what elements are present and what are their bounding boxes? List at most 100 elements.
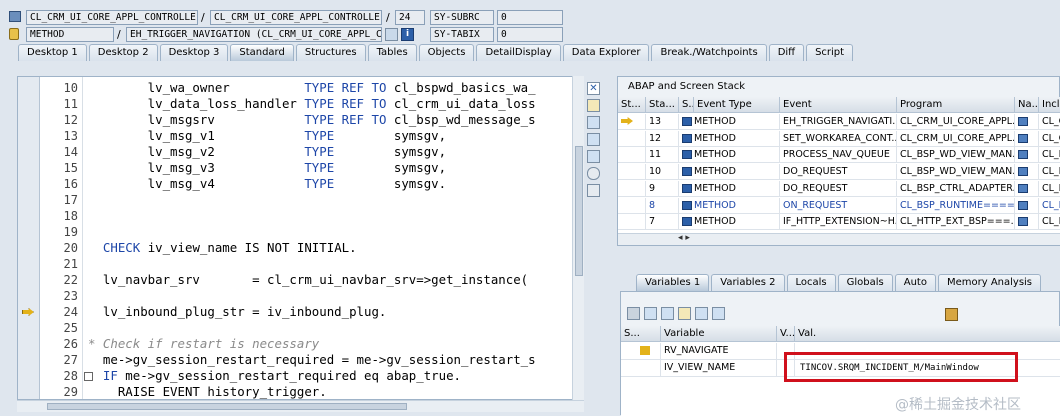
- table-icon[interactable]: [644, 307, 657, 320]
- code-vertical-scrollbar[interactable]: [572, 76, 584, 400]
- tab-objects[interactable]: Objects: [418, 44, 475, 61]
- stack-cell[interactable]: CL_BSP_CTRL_ADAPTER...: [897, 180, 1015, 197]
- new-tool-icon[interactable]: [587, 99, 600, 112]
- stack-cell[interactable]: METHOD: [679, 214, 780, 231]
- navigate-icon[interactable]: [1018, 117, 1028, 126]
- stack-cell[interactable]: 11: [646, 147, 679, 164]
- stack-column-header[interactable]: Event: [780, 97, 897, 113]
- stack-cell[interactable]: 10: [646, 164, 679, 181]
- stack-cell[interactable]: CL_C: [1039, 131, 1060, 147]
- stack-cell[interactable]: CL_BSP_WD_VIEW_MAN...: [897, 164, 1015, 181]
- stack-cell[interactable]: CL_BSP_RUNTIME====...: [897, 197, 1015, 214]
- stack-cell[interactable]: [1015, 114, 1039, 130]
- stack-cell[interactable]: 12: [646, 130, 679, 147]
- tab-script[interactable]: Script: [806, 44, 854, 61]
- stack-cell[interactable]: 9: [646, 180, 679, 197]
- stack-cell[interactable]: METHOD: [679, 114, 780, 130]
- stack-column-header[interactable]: Sta...: [646, 97, 679, 113]
- stack-cell[interactable]: 13: [646, 114, 679, 130]
- var-tab-memory-analysis[interactable]: Memory Analysis: [937, 274, 1042, 291]
- tab-structures[interactable]: Structures: [295, 44, 366, 61]
- navigate-icon[interactable]: [1018, 133, 1028, 143]
- code-line[interactable]: lv_inbound_plug_str = iv_inbound_plug.: [88, 304, 387, 320]
- stack-cell[interactable]: CL_CRM_UI_CORE_APPL...: [897, 114, 1015, 130]
- sy-tabix-value[interactable]: 0: [497, 27, 563, 42]
- code-line[interactable]: me->gv_session_restart_required = me->gv…: [88, 352, 536, 368]
- stack-column-header[interactable]: S...: [679, 97, 694, 113]
- navigate-icon[interactable]: [1018, 200, 1028, 210]
- var-tab-variables-2[interactable]: Variables 2: [711, 274, 785, 291]
- stack-cell[interactable]: SET_WORKAREA_CONT...: [780, 130, 897, 147]
- hierarchy-icon[interactable]: [587, 184, 600, 197]
- stack-cell[interactable]: METHOD: [679, 147, 780, 164]
- method-name-field[interactable]: EH_TRIGGER_NAVIGATION (CL_CRM_UI_CORE_AP…: [126, 27, 382, 42]
- navigate-icon[interactable]: [1018, 150, 1028, 160]
- var-cell[interactable]: [621, 360, 661, 377]
- stack-cell[interactable]: METHOD: [679, 164, 780, 181]
- tab-data-explorer[interactable]: Data Explorer: [562, 44, 650, 61]
- tab-detaildisplay[interactable]: DetailDisplay: [476, 44, 561, 61]
- code-line[interactable]: lv_msg_v1 TYPE symsgv,: [88, 128, 446, 144]
- sy-subrc-value[interactable]: 0: [497, 10, 563, 25]
- stack-cell[interactable]: [618, 147, 646, 164]
- stack-cell[interactable]: PROCESS_NAV_QUEUE: [780, 147, 897, 164]
- stack-cell[interactable]: [618, 214, 646, 231]
- code-line[interactable]: RAISE EVENT history_trigger.: [88, 384, 327, 399]
- stack-column-header[interactable]: Event Type: [694, 97, 780, 113]
- table-icon-2[interactable]: [661, 307, 674, 320]
- stack-horizontal-scrollbar[interactable]: ◂ ▸: [618, 233, 1060, 245]
- collapse-toggle-icon[interactable]: [84, 372, 93, 381]
- source-code-editor[interactable]: 10 lv_wa_owner TYPE REF TO cl_bspwd_basi…: [17, 76, 573, 400]
- stack-cell[interactable]: CL_CRM_UI_CORE_APPL...: [897, 130, 1015, 147]
- class-field-2[interactable]: CL_CRM_UI_CORE_APPL_CONTROLLE...: [210, 10, 382, 25]
- var-cell[interactable]: [621, 343, 661, 360]
- var-column-header[interactable]: V...: [777, 326, 795, 342]
- stack-cell[interactable]: [1015, 197, 1039, 214]
- maximize-icon[interactable]: [587, 133, 600, 146]
- stack-cell[interactable]: DO_REQUEST: [780, 164, 897, 181]
- var-tab-auto[interactable]: Auto: [894, 274, 936, 291]
- delete-icon[interactable]: [627, 307, 640, 320]
- services-icon[interactable]: [587, 167, 600, 180]
- stack-column-header[interactable]: Inclu: [1039, 97, 1060, 113]
- tab-desktop-3[interactable]: Desktop 3: [159, 44, 229, 61]
- tab-break-watchpoints[interactable]: Break./Watchpoints: [651, 44, 767, 61]
- stack-cell[interactable]: [1015, 164, 1039, 181]
- stack-cell[interactable]: [1015, 180, 1039, 197]
- breakpoint-gutter[interactable]: [18, 77, 40, 399]
- stack-cell[interactable]: CL_HTTP_EXT_BSP===...: [897, 214, 1015, 231]
- tab-desktop-1[interactable]: Desktop 1: [18, 44, 87, 61]
- var-tab-globals[interactable]: Globals: [837, 274, 893, 291]
- cursor-icon[interactable]: [712, 307, 725, 320]
- stack-cell[interactable]: [1015, 214, 1039, 231]
- tab-diff[interactable]: Diff: [768, 44, 805, 61]
- var-tab-locals[interactable]: Locals: [786, 274, 836, 291]
- line-field[interactable]: 24: [395, 10, 425, 25]
- stack-column-header[interactable]: Program: [897, 97, 1015, 113]
- display-source-icon[interactable]: [385, 28, 398, 41]
- stack-cell[interactable]: CL_H: [1039, 214, 1060, 231]
- info-icon[interactable]: i: [401, 28, 414, 41]
- stack-cell[interactable]: CL_B: [1039, 198, 1060, 214]
- var-column-header[interactable]: Val.: [795, 326, 1060, 342]
- stack-cell[interactable]: CL_BSP_WD_VIEW_MAN...: [897, 147, 1015, 164]
- stack-cell[interactable]: CL_B: [1039, 181, 1060, 197]
- code-line[interactable]: lv_msg_v3 TYPE symsgv,: [88, 160, 446, 176]
- stack-cell[interactable]: CL_B: [1039, 164, 1060, 181]
- navigate-icon[interactable]: [1018, 217, 1028, 227]
- stack-cell[interactable]: METHOD: [679, 180, 780, 197]
- tab-tables[interactable]: Tables: [367, 44, 417, 61]
- stack-column-header[interactable]: St...: [618, 97, 646, 113]
- swap-icon[interactable]: [587, 150, 600, 163]
- class-field-1[interactable]: CL_CRM_UI_CORE_APPL_CONTROLLE...: [26, 10, 198, 25]
- var-column-header[interactable]: S...: [621, 326, 661, 342]
- code-line[interactable]: lv_msgsrv TYPE REF TO cl_bsp_wd_message_…: [88, 112, 536, 128]
- tree-icon[interactable]: [678, 307, 691, 320]
- close-icon[interactable]: ✕: [587, 82, 600, 95]
- stack-cell[interactable]: [618, 114, 646, 130]
- stack-cell[interactable]: IF_HTTP_EXTENSION~H...: [780, 214, 897, 231]
- code-line[interactable]: lv_wa_owner TYPE REF TO cl_bspwd_basics_…: [88, 80, 536, 96]
- var-cell[interactable]: RV_NAVIGATE: [661, 343, 777, 360]
- var-column-header[interactable]: Variable: [661, 326, 777, 342]
- code-line[interactable]: lv_data_loss_handler TYPE REF TO cl_crm_…: [88, 96, 536, 112]
